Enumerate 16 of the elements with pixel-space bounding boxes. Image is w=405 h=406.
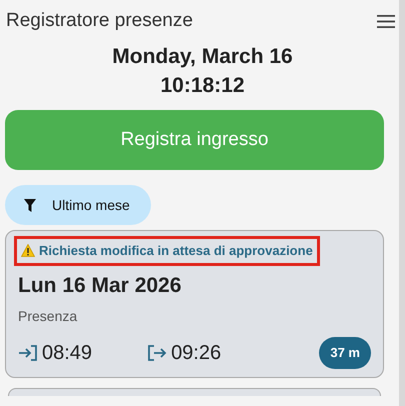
record-date: Lun 16 Mar 2026 — [18, 274, 182, 296]
login-icon — [18, 344, 38, 362]
app-title: Registratore presenze — [6, 8, 193, 33]
filter-chip[interactable]: Ultimo mese — [5, 185, 151, 225]
logout-icon — [147, 344, 168, 362]
warning-icon — [21, 244, 35, 258]
check-in-time: 08:49 — [42, 340, 92, 366]
notice-text: Richiesta modifica in attesa di approvazione — [39, 242, 313, 260]
duration-badge: 37 m — [319, 337, 371, 368]
check-out-time: 09:26 — [171, 340, 222, 366]
date-text: Monday, March 16 — [112, 45, 293, 68]
filter-icon — [24, 198, 36, 212]
record-type: Presenza — [18, 308, 78, 324]
record-card[interactable]: Richiesta modifica in attesa di approvazione Lun 16 Mar 2026 Presenza 08:49 09:26 37 m — [5, 230, 384, 378]
menu-icon[interactable] — [377, 14, 395, 28]
clock-time: 10:18:12 — [160, 74, 245, 97]
